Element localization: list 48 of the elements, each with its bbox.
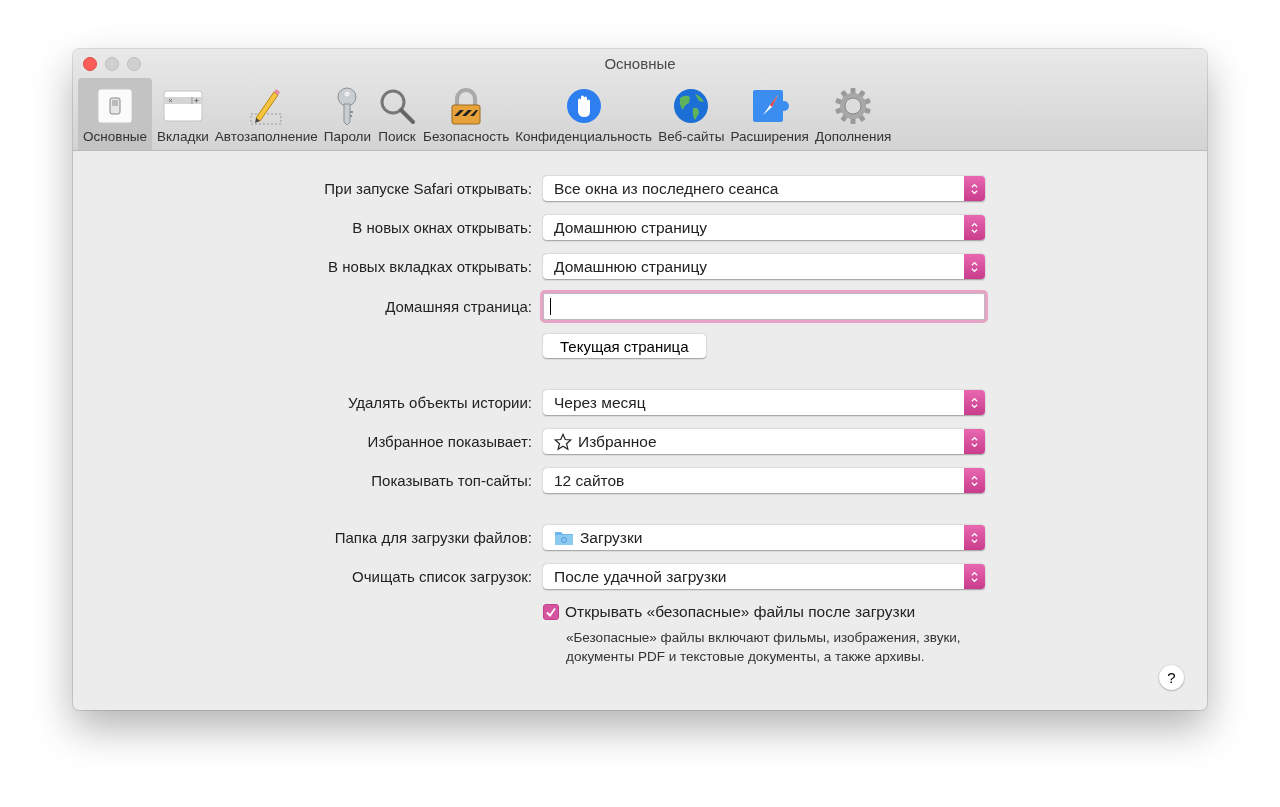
popup-menu[interactable]: Все окна из последнего сеанса bbox=[543, 176, 985, 201]
checkbox-label: Открывать «безопасные» файлы после загрузки bbox=[565, 603, 916, 621]
up-down-chevron-icon bbox=[970, 530, 979, 545]
toolbar-tab[interactable]: Конфиденциальность bbox=[512, 78, 656, 150]
window-title: Основные bbox=[604, 55, 676, 72]
toolbar-tab[interactable]: Автозаполнение bbox=[211, 78, 321, 150]
setting-label: Домашняя страница: bbox=[384, 298, 532, 315]
setting-label: Показывать топ-сайты: bbox=[370, 472, 532, 489]
up-down-chevron-icon bbox=[970, 569, 979, 584]
popup-menu[interactable]: Загрузки bbox=[543, 525, 985, 550]
popup-menu[interactable]: 12 сайтов bbox=[543, 468, 985, 493]
up-down-chevron-icon bbox=[970, 220, 979, 235]
popup-menu[interactable]: После удачной загрузки bbox=[543, 564, 985, 589]
popup-menu[interactable]: Через месяц bbox=[543, 390, 985, 415]
up-down-chevron-icon bbox=[970, 473, 979, 488]
help-note: «Безопасные» файлы включают фильмы, изображения, звуки, документы PDF и текстовые документы, а также архивы. bbox=[565, 629, 961, 666]
setting-label: В новых вкладках открывать: bbox=[327, 258, 532, 275]
up-down-chevron-icon bbox=[970, 259, 979, 274]
checkbox[interactable] bbox=[543, 604, 559, 620]
toolbar-tab[interactable]: Основные bbox=[78, 78, 153, 150]
setting-label: В новых окнах открывать: bbox=[351, 219, 532, 236]
popup-menu[interactable]: Домашнюю страницу bbox=[543, 215, 985, 240]
setting-label: Очищать список загрузок: bbox=[351, 568, 532, 585]
toolbar-tab[interactable]: Поиск bbox=[374, 78, 421, 150]
setting-label: Избранное показывает: bbox=[366, 433, 532, 450]
setting-label: Удалять объекты истории: bbox=[346, 394, 532, 411]
toolbar-tab[interactable]: Дополнения bbox=[811, 78, 895, 150]
help-button[interactable]: ? bbox=[1159, 665, 1184, 690]
toolbar-tab[interactable]: Веб-сайты bbox=[655, 78, 728, 150]
setting-label: Папка для загрузки файлов: bbox=[333, 529, 532, 546]
close-button[interactable] bbox=[83, 57, 97, 71]
homepage-input-field[interactable] bbox=[543, 293, 985, 320]
toolbar-tab[interactable]: Пароли bbox=[320, 78, 375, 150]
folder-icon bbox=[554, 529, 574, 546]
toolbar-tab[interactable]: Безопасность bbox=[420, 78, 513, 150]
popup-menu[interactable]: Избранное bbox=[543, 429, 985, 454]
zoom-button[interactable] bbox=[127, 57, 141, 71]
toolbar-tab[interactable]: Расширения bbox=[727, 78, 812, 150]
star-icon bbox=[554, 432, 572, 451]
minimize-button[interactable] bbox=[105, 57, 119, 71]
setting-label: При запуске Safari открывать: bbox=[323, 180, 532, 197]
toolbar-tab[interactable]: Вкладки bbox=[154, 78, 212, 150]
up-down-chevron-icon bbox=[970, 434, 979, 449]
set-current-page-button[interactable]: Текущая страница bbox=[543, 334, 706, 358]
up-down-chevron-icon bbox=[970, 181, 979, 196]
up-down-chevron-icon bbox=[970, 395, 979, 410]
popup-menu[interactable]: Домашнюю страницу bbox=[543, 254, 985, 279]
gear-icon bbox=[833, 86, 874, 126]
